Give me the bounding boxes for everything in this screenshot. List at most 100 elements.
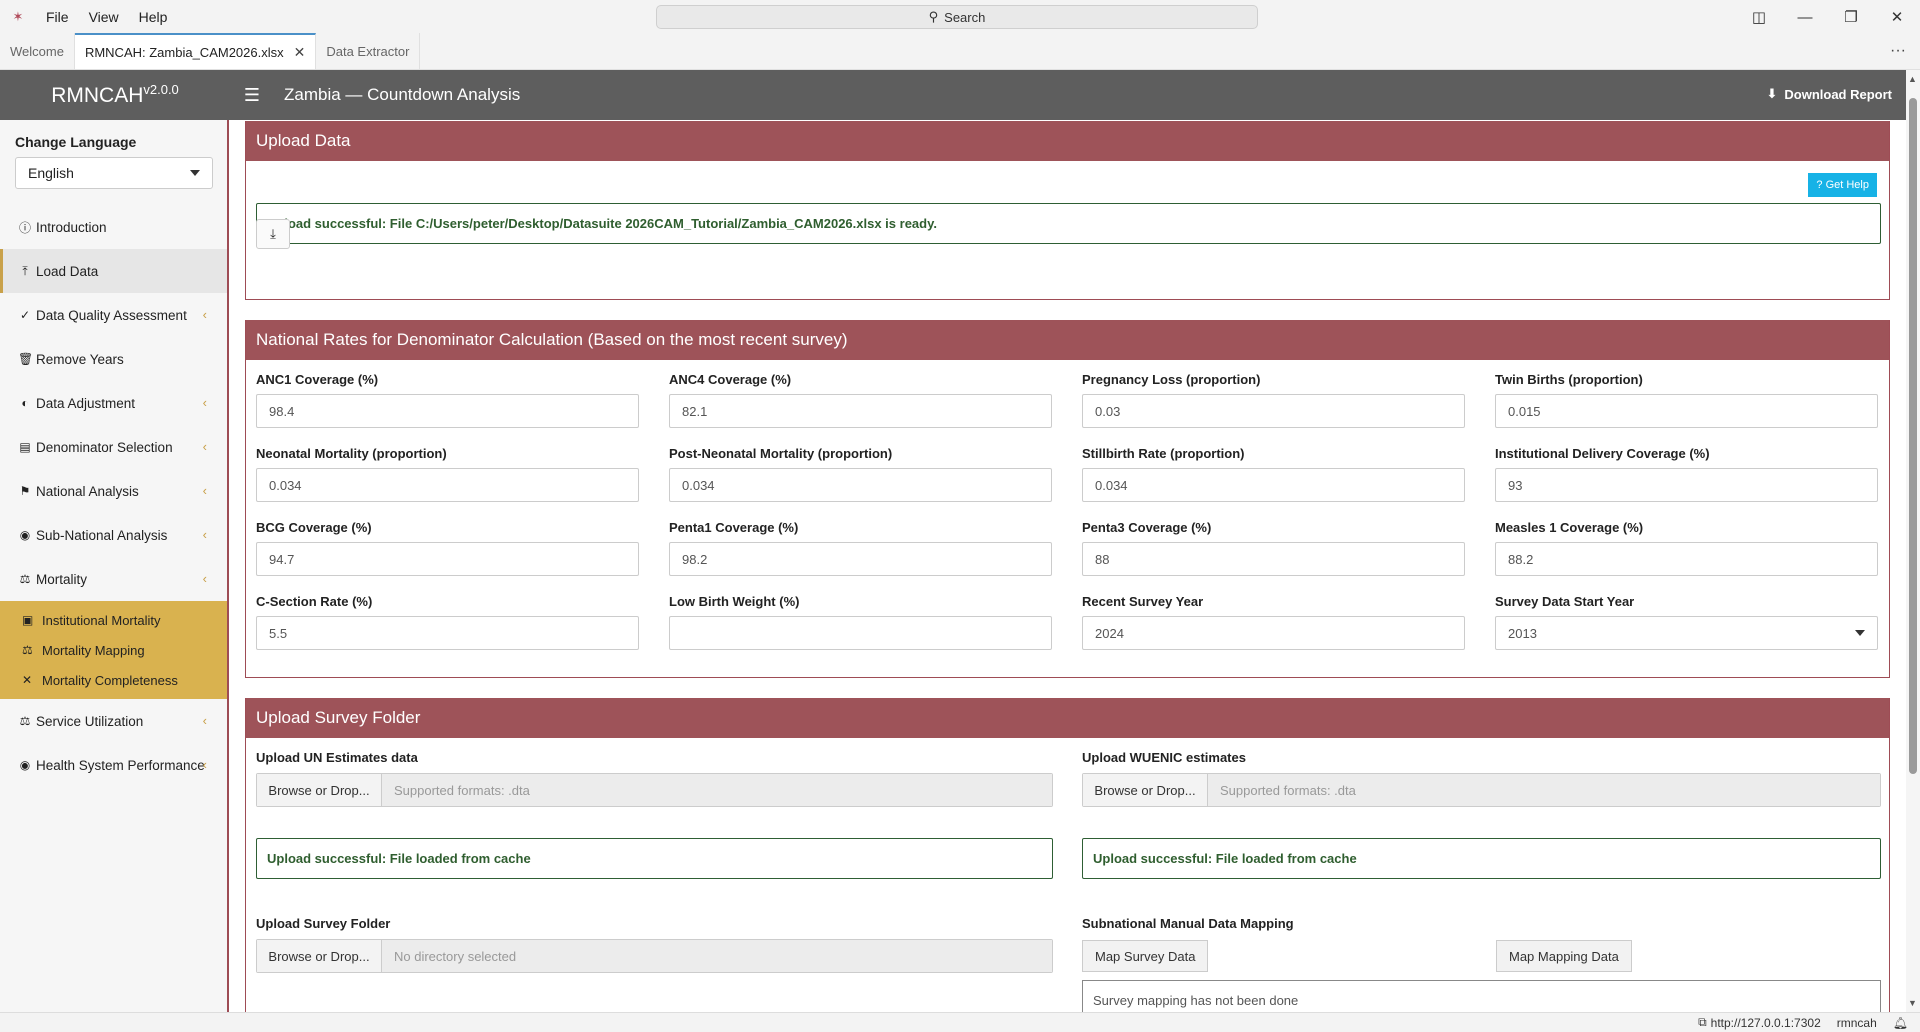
app-logo-icon: ✶ — [12, 9, 24, 24]
sidebar-item-label: Health System Performance — [36, 757, 205, 773]
field-value: 93 — [1508, 477, 1523, 493]
tab-0[interactable]: Welcome — [0, 33, 75, 69]
get-help-button[interactable]: ? Get Help — [1808, 173, 1877, 197]
pregnancy-loss-proportion-input[interactable]: 0.03 — [1082, 394, 1465, 428]
c-section-rate-input[interactable]: 5.5 — [256, 616, 639, 650]
bell-icon[interactable]: 🔔︎ — [1893, 1016, 1908, 1030]
institutional-delivery-coverage-input[interactable]: 93 — [1495, 468, 1878, 502]
person-icon: ✕ — [22, 673, 33, 687]
language-value: English — [28, 165, 74, 181]
field-neonatal-mortality-proportion: Neonatal Mortality (proportion) 0.034 — [256, 444, 639, 518]
manual-mapping-label: Subnational Manual Data Mapping — [1082, 916, 1294, 931]
minimize-icon[interactable]: — — [1782, 0, 1828, 34]
bcg-coverage-input[interactable]: 94.7 — [256, 542, 639, 576]
field-label: Twin Births (proportion) — [1495, 372, 1643, 387]
menu-help[interactable]: Help — [129, 0, 178, 34]
sidebar-item-service-utilization[interactable]: ⚖ Service Utilization ‹ — [0, 699, 227, 743]
field-low-birth-weight: Low Birth Weight (%) — [669, 592, 1052, 666]
low-birth-weight-input[interactable] — [669, 616, 1052, 650]
survey-data-start-year-select[interactable]: 2013 — [1495, 616, 1878, 650]
twin-births-proportion-input[interactable]: 0.015 — [1495, 394, 1878, 428]
sidebar-item-sub-national-analysis[interactable]: ◉ Sub-National Analysis ‹ — [0, 513, 227, 557]
sidebar-item-introduction[interactable]: ⓘ Introduction — [0, 205, 227, 249]
field-c-section-rate: C-Section Rate (%) 5.5 — [256, 592, 639, 666]
menu-view[interactable]: View — [79, 0, 129, 34]
neonatal-mortality-proportion-input[interactable]: 0.034 — [256, 468, 639, 502]
field-value: 88 — [1095, 551, 1110, 567]
scrollbar-thumb[interactable] — [1909, 98, 1917, 774]
page-title: Zambia — Countdown Analysis — [284, 85, 521, 104]
sidebar-item-national-analysis[interactable]: ⚑ National Analysis ‹ — [0, 469, 227, 513]
sidebar-subitem-mortality-completeness[interactable]: ✕ Mortality Completeness — [0, 665, 227, 695]
sidebar-item-mortality[interactable]: ⚖ Mortality ‹ — [0, 557, 227, 601]
map-survey-data-button[interactable]: Map Survey Data — [1082, 940, 1209, 972]
sidebar-item-label: Remove Years — [36, 351, 124, 367]
upload-success-alert: Upload successful: File C:/Users/peter/D… — [256, 203, 1881, 244]
chevron-left-icon: ‹ — [202, 395, 207, 410]
hamburger-menu-icon[interactable]: ☰ — [230, 85, 274, 106]
tab-label: Data Extractor — [326, 43, 410, 59]
sidebar-item-denominator-selection[interactable]: ▤ Denominator Selection ‹ — [0, 425, 227, 469]
download-report-button[interactable]: ⬇ Download Report — [1766, 86, 1892, 102]
language-select[interactable]: English — [15, 157, 213, 189]
vertical-scrollbar[interactable]: ▲ ▼ — [1906, 70, 1920, 1012]
menu-file[interactable]: File — [36, 0, 79, 34]
sidebar-item-label: Mortality — [36, 571, 88, 587]
survey-folder-input[interactable]: Browse or Drop... No directory selected — [256, 939, 1053, 973]
wuenic-cache-success-alert: Upload successful: File loaded from cach… — [1082, 838, 1881, 879]
sidebar-item-remove-years[interactable]: 🗑︎ Remove Years — [0, 337, 227, 381]
search-box[interactable]: ⚲ Search — [656, 5, 1258, 29]
anc1-coverage-input[interactable]: 98.4 — [256, 394, 639, 428]
toggle-sidebar-icon[interactable]: ◫ — [1736, 0, 1782, 34]
sidebar-subitem-label: Mortality Mapping — [42, 642, 145, 658]
field-label: Low Birth Weight (%) — [669, 594, 800, 609]
sidebar-subitem-institutional-mortality[interactable]: ▣ Institutional Mortality — [0, 605, 227, 635]
upload-data-title: Upload Data — [246, 121, 1889, 161]
browse-button[interactable]: Browse or Drop... — [1083, 774, 1208, 806]
download-template-button[interactable]: ⤓ — [256, 219, 290, 249]
tab-2[interactable]: Data Extractor — [316, 33, 421, 69]
survey-folder-box: Upload Survey Folder Upload UN Estimates… — [245, 698, 1890, 1012]
chevron-left-icon: ‹ — [202, 571, 207, 586]
penta3-coverage-input[interactable]: 88 — [1082, 542, 1465, 576]
sidebar-subitem-mortality-mapping[interactable]: ⚖ Mortality Mapping — [0, 635, 227, 665]
field-label: Pregnancy Loss (proportion) — [1082, 372, 1261, 387]
field-bcg-coverage: BCG Coverage (%) 94.7 — [256, 518, 639, 592]
field-survey-data-start-year: Survey Data Start Year 2013 — [1495, 592, 1878, 666]
editor-tabs: Welcome RMNCAH: Zambia_CAM2026.xlsx ✕ Data … — [0, 33, 1920, 70]
window-controls: ◫ — ❐ ✕ — [1736, 0, 1920, 34]
field-value: 0.03 — [1095, 403, 1121, 419]
sidebar-item-data-adjustment[interactable]: ◐ Data Adjustment ‹ — [0, 381, 227, 425]
browse-button[interactable]: Browse or Drop... — [257, 940, 382, 972]
mapping-status: Survey mapping has not been done — [1082, 980, 1881, 1012]
tab-1[interactable]: RMNCAH: Zambia_CAM2026.xlsx ✕ — [74, 33, 317, 69]
sidebar-item-load-data[interactable]: ⤒ Load Data — [0, 249, 227, 293]
sidebar-subitem-label: Mortality Completeness — [42, 672, 178, 688]
balance-icon: ⚖ — [19, 714, 31, 728]
stillbirth-rate-proportion-input[interactable]: 0.034 — [1082, 468, 1465, 502]
penta1-coverage-input[interactable]: 98.2 — [669, 542, 1052, 576]
close-icon[interactable]: ✕ — [1874, 0, 1920, 34]
browse-button[interactable]: Browse or Drop... — [257, 774, 382, 806]
tab-close-icon[interactable]: ✕ — [294, 44, 306, 61]
scroll-up-icon[interactable]: ▲ — [1908, 74, 1917, 84]
map-mapping-data-button[interactable]: Map Mapping Data — [1496, 940, 1632, 972]
anc4-coverage-input[interactable]: 82.1 — [669, 394, 1052, 428]
field-label: Penta3 Coverage (%) — [1082, 520, 1212, 535]
scroll-down-icon[interactable]: ▼ — [1908, 998, 1917, 1008]
wuenic-file-input[interactable]: Browse or Drop... Supported formats: .dt… — [1082, 773, 1881, 807]
more-icon[interactable]: ··· — [1890, 42, 1906, 60]
server-url[interactable]: http://127.0.0.1:7302 — [1711, 1016, 1821, 1030]
hospital-icon: ▣ — [22, 613, 34, 627]
chevron-left-icon: ‹ — [202, 307, 207, 322]
post-neonatal-mortality-proportion-input[interactable]: 0.034 — [669, 468, 1052, 502]
field-label: Recent Survey Year — [1082, 594, 1204, 609]
brand-version: v2.0.0 — [143, 82, 179, 97]
recent-survey-year-input[interactable]: 2024 — [1082, 616, 1465, 650]
sidebar-item-data-quality-assessment[interactable]: ✓ Data Quality Assessment ‹ — [0, 293, 227, 337]
un-estimates-file-input[interactable]: Browse or Drop... Supported formats: .dt… — [256, 773, 1053, 807]
sidebar-item-health-system-performance[interactable]: ◉ Health System Performance ‹ — [0, 743, 227, 787]
measles-1-coverage-input[interactable]: 88.2 — [1495, 542, 1878, 576]
restore-icon[interactable]: ❐ — [1828, 0, 1874, 34]
external-link-icon: ⧉ — [1698, 1015, 1707, 1029]
